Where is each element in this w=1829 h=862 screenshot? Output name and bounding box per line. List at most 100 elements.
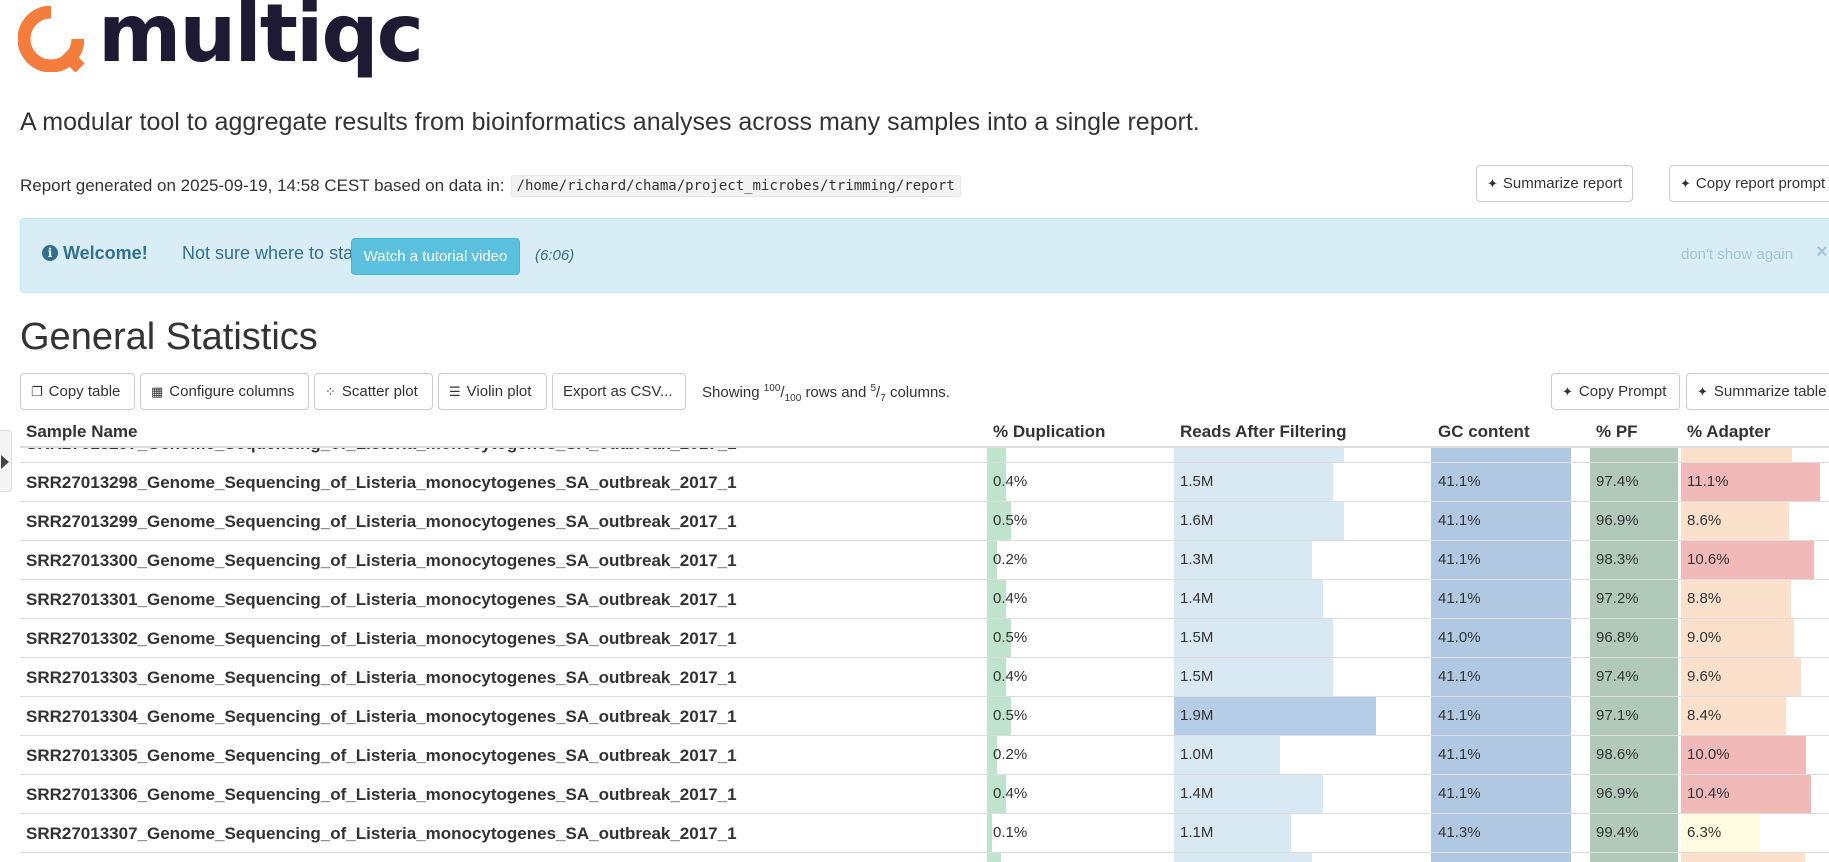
sample-name: SRR27013307_Genome_Sequencing_of_Listeri… (26, 824, 737, 843)
rows-total: 100 (784, 393, 802, 404)
info-icon: i (42, 245, 58, 261)
dont-show-again-link[interactable]: don't show again (1681, 246, 1793, 263)
pf-value: 99.4% (1596, 824, 1639, 841)
adapter-value: 9.6% (1687, 668, 1722, 685)
reads-value: 1.5M (1180, 629, 1214, 646)
pf-value: 96.9% (1596, 785, 1639, 802)
sparkle-icon: ✦ (1487, 175, 1498, 191)
adapter-value: 10.6% (1687, 551, 1730, 568)
duplication-value: 0.4% (993, 590, 1028, 607)
duplication-bar (987, 814, 992, 852)
duplication-value: 0.5% (993, 707, 1028, 724)
showing-middle: rows and (805, 384, 867, 401)
multiqc-logo: multiqc (18, 0, 424, 74)
duplication-value: 0.4% (993, 473, 1028, 490)
gc-bar (1431, 853, 1571, 862)
pf-value: 97.4% (1596, 473, 1639, 490)
gc-value: 41.1% (1438, 512, 1481, 529)
scatter-plot-button[interactable]: ⁘ Scatter plot (314, 373, 433, 410)
duplication-bar (987, 853, 1001, 862)
table-row: SRR27013304_Genome_Sequencing_of_Listeri… (20, 697, 1829, 736)
column-gc-content[interactable]: GC content (1438, 422, 1530, 442)
summarize-table-button[interactable]: ✦ Summarize table (1686, 373, 1829, 410)
welcome-banner: i Welcome! Not sure where to start? Watc… (20, 218, 1829, 293)
copy-report-prompt-button[interactable]: ✦ Copy report prompt (1669, 165, 1829, 202)
duplication-value: 0.1% (993, 824, 1028, 841)
column-duplication[interactable]: % Duplication (993, 422, 1105, 442)
summarize-report-label: Summarize report (1502, 175, 1623, 192)
copy-icon: ❐ (31, 383, 43, 399)
welcome-title: Welcome! (63, 243, 148, 263)
showing-summary: Showing 100/100 rows and 5/7 columns. (702, 383, 950, 404)
reads-value: 1.9M (1180, 707, 1214, 724)
side-nav-toggle[interactable] (0, 430, 12, 492)
rows-shown: 100 (763, 383, 781, 394)
sample-name: SRR27013302_Genome_Sequencing_of_Listeri… (26, 629, 737, 648)
sparkle-icon: ✦ (1562, 383, 1573, 399)
table-row: SRR27013306_Genome_Sequencing_of_Listeri… (20, 775, 1829, 814)
reads-value: 1.5M (1180, 473, 1214, 490)
adapter-value: 10.4% (1687, 785, 1730, 802)
pf-value: 97.4% (1596, 668, 1639, 685)
table-body: SRR27013297_Genome_Sequencing_of_Listeri… (20, 448, 1829, 862)
column-adapter[interactable]: % Adapter (1687, 422, 1770, 442)
scatter-icon: ⁘ (325, 383, 336, 399)
reads-value: 1.5M (1180, 668, 1214, 685)
configure-columns-button[interactable]: ▦ Configure columns (140, 373, 309, 410)
sample-name: SRR27013300_Genome_Sequencing_of_Listeri… (26, 551, 737, 570)
sample-name: SRR27013299_Genome_Sequencing_of_Listeri… (26, 512, 737, 531)
copy-prompt-label: Copy Prompt (1578, 383, 1667, 400)
reads-value: 1.0M (1180, 746, 1214, 763)
showing-prefix: Showing (702, 384, 760, 401)
close-icon[interactable]: × (1816, 241, 1828, 264)
pf-value: 97.2% (1596, 590, 1639, 607)
section-title: General Statistics (20, 316, 318, 358)
table-row: SRR27013302_Genome_Sequencing_of_Listeri… (20, 619, 1829, 658)
copy-prompt-button[interactable]: ✦ Copy Prompt (1551, 373, 1680, 410)
gc-value: 41.1% (1438, 551, 1481, 568)
duplication-value: 0.5% (993, 629, 1028, 646)
table-row: SRR27013301_Genome_Sequencing_of_Listeri… (20, 580, 1829, 619)
copy-table-button[interactable]: ❐ Copy table (20, 373, 135, 410)
sample-name: SRR27013305_Genome_Sequencing_of_Listeri… (26, 746, 737, 765)
gc-value: 41.1% (1438, 668, 1481, 685)
sample-name: SRR27013297_Genome_Sequencing_of_Listeri… (26, 448, 737, 454)
reads-value: 1.1M (1180, 824, 1214, 841)
column-pf[interactable]: % PF (1596, 422, 1638, 442)
pf-value: 97.2% (1596, 448, 1639, 451)
sample-name: SRR27013303_Genome_Sequencing_of_Listeri… (26, 668, 737, 687)
grid-icon: ▦ (151, 383, 164, 399)
duplication-value: 0.5% (993, 512, 1028, 529)
column-sample-name[interactable]: Sample Name (26, 422, 138, 442)
violin-icon: ☰ (449, 383, 461, 399)
summarize-report-button[interactable]: ✦ Summarize report (1476, 165, 1634, 202)
export-csv-button[interactable]: Export as CSV... (552, 373, 686, 410)
adapter-bar (1681, 853, 1805, 862)
table-row: SRR27013299_Genome_Sequencing_of_Listeri… (20, 502, 1829, 541)
tutorial-duration: (6:06) (535, 247, 575, 264)
gc-value: 41.1% (1438, 707, 1481, 724)
pf-value: 98.3% (1596, 551, 1639, 568)
sparkle-icon: ✦ (1680, 175, 1691, 191)
table-row: SRR27013303_Genome_Sequencing_of_Listeri… (20, 658, 1829, 697)
table-row: SRR27013305_Genome_Sequencing_of_Listeri… (20, 736, 1829, 775)
gc-value: 41.3% (1438, 824, 1481, 841)
gc-value: 41.1% (1438, 473, 1481, 490)
column-reads-after-filtering[interactable]: Reads After Filtering (1180, 422, 1347, 442)
multiqc-logo-icon (18, 6, 84, 72)
adapter-value: 8.4% (1687, 707, 1722, 724)
adapter-value: 6.3% (1687, 824, 1722, 841)
table-row: SRR27013307_Genome_Sequencing_of_Listeri… (20, 814, 1829, 853)
violin-plot-button[interactable]: ☰ Violin plot (438, 373, 547, 410)
reads-value: 1.6M (1180, 512, 1214, 529)
sample-name: SRR27013298_Genome_Sequencing_of_Listeri… (26, 473, 737, 492)
watch-tutorial-button[interactable]: Watch a tutorial video (351, 238, 520, 275)
report-tagline: A modular tool to aggregate results from… (20, 108, 1200, 136)
sparkle-icon: ✦ (1697, 383, 1708, 399)
gc-value: 41.1% (1438, 746, 1481, 763)
sample-name: SRR27013304_Genome_Sequencing_of_Listeri… (26, 707, 737, 726)
adapter-value: 8.9% (1687, 448, 1721, 451)
violin-plot-label: Violin plot (466, 383, 532, 400)
sample-name: SRR27013306_Genome_Sequencing_of_Listeri… (26, 785, 737, 804)
cols-shown: 5 (870, 383, 877, 394)
